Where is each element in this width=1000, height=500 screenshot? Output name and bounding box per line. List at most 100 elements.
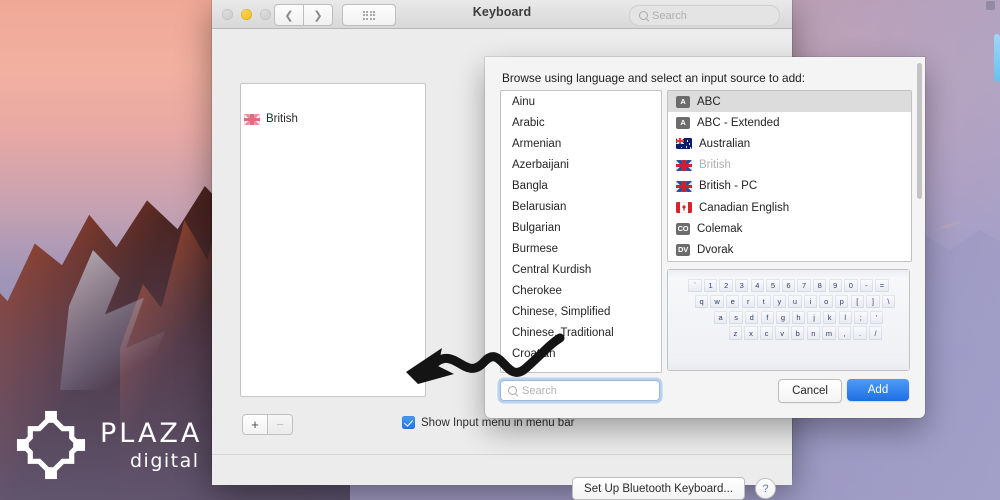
keyboard-preview-key: , xyxy=(837,326,852,340)
preferences-divider xyxy=(212,454,792,455)
keyboard-preview-key: = xyxy=(875,279,889,293)
watermark: PLAZA digital xyxy=(14,408,202,482)
remove-input-source-button[interactable]: − xyxy=(268,414,293,435)
input-source-list-item[interactable]: DV Dvorak xyxy=(668,239,911,260)
sheet-search-field[interactable]: Search xyxy=(500,380,660,401)
language-list-item-label: Burmese xyxy=(512,242,559,255)
preferences-search-field[interactable]: Search xyxy=(629,5,780,26)
keyboard-preview-key: x xyxy=(744,326,758,340)
keyboard-preview-key: / xyxy=(868,326,883,340)
add-input-source-button[interactable]: + xyxy=(242,414,268,435)
keyboard-preview-row: ` 1 2 3 4 5 6 7 8 9 0- = xyxy=(668,279,909,293)
add-button[interactable]: Add xyxy=(847,379,909,401)
keyboard-preview-key: 5 xyxy=(766,279,780,293)
installed-input-sources-list[interactable] xyxy=(240,83,426,397)
keyboard-preview-key: g xyxy=(776,310,790,324)
keyboard-preview-key: 9 xyxy=(828,279,842,293)
keyboard-preview-key: a xyxy=(713,310,728,324)
language-list-item[interactable]: Ainu xyxy=(501,91,661,112)
british-flag-icon xyxy=(676,159,692,171)
keyboard-preview-key: 6 xyxy=(781,279,796,293)
language-list-item[interactable]: Central Kurdish xyxy=(501,259,661,280)
language-list-item[interactable]: Croatian xyxy=(501,343,661,364)
keyboard-preview-key: m xyxy=(822,326,836,340)
keyboard-preview-key: d xyxy=(745,310,759,324)
keyboard-preview-key: i xyxy=(803,294,818,309)
input-source-list-item-label: Canadian English xyxy=(699,201,790,214)
language-list-item[interactable]: Bangla xyxy=(501,175,661,196)
keyboard-preview-top-strip xyxy=(668,270,909,277)
show-input-menu-checkbox[interactable] xyxy=(402,416,415,429)
keyboard-preview-key: b xyxy=(791,326,805,340)
set-up-bluetooth-keyboard-button[interactable]: Set Up Bluetooth Keyboard... xyxy=(572,477,745,500)
installed-source-row-british[interactable]: British xyxy=(244,113,298,125)
keyboard-preview-key: 1 xyxy=(703,279,718,293)
keyboard-preview-key: [ xyxy=(850,294,864,309)
language-list[interactable]: Ainu Arabic Armenian Azerbaijani Bangla Belar… xyxy=(500,90,662,373)
abc-badge-icon: A xyxy=(676,116,690,129)
keyboard-preview-key: n xyxy=(806,326,820,340)
input-source-list-item[interactable]: CO Colemak xyxy=(668,218,911,239)
keyboard-preview-key: ] xyxy=(866,294,880,309)
keyboard-preview-key: k xyxy=(822,310,837,324)
keyboard-preview-key: s xyxy=(729,310,743,324)
input-source-list-item[interactable]: A ABC - Extended xyxy=(668,112,911,133)
input-source-list-item[interactable]: British - PC xyxy=(668,176,911,197)
language-list-item[interactable]: Armenian xyxy=(501,133,661,154)
keyboard-layout-preview: ` 1 2 3 4 5 6 7 8 9 0- = q w e r t y u i o p[] \ a s d f g h j k l; ' z x c… xyxy=(667,269,910,371)
keyboard-preview-key: y xyxy=(772,294,787,309)
keyboard-preview-key: ` xyxy=(688,279,702,293)
dvorak-badge-icon: DV xyxy=(676,243,690,256)
language-list-item-label: Armenian xyxy=(512,137,562,150)
input-source-list-item-label: ABC - Extended xyxy=(697,116,780,129)
screen-edge-scroll-indicator[interactable] xyxy=(994,34,1000,82)
language-list-item[interactable]: Cherokee xyxy=(501,280,661,301)
input-source-list-item[interactable]: Canadian English xyxy=(668,197,911,218)
keyboard-preview-key: - xyxy=(859,279,874,293)
language-list-item-label: Belarusian xyxy=(512,200,567,213)
language-list-item-label: Ainu xyxy=(512,95,536,108)
watermark-title: PLAZA xyxy=(100,417,203,449)
plaza-node-logo-icon xyxy=(16,410,86,480)
input-source-list-item[interactable]: A ABC xyxy=(668,91,911,113)
keyboard-preview-key: h xyxy=(791,310,806,324)
language-list-item[interactable]: Burmese xyxy=(501,238,661,259)
keyboard-preview-bottom-strip xyxy=(668,356,909,370)
input-source-list[interactable]: A ABC A ABC - Extended Australian British Brit… xyxy=(667,90,912,262)
british-flag-icon xyxy=(676,180,692,192)
language-list-item-label: Bangla xyxy=(512,179,548,192)
help-button[interactable]: ? xyxy=(755,478,776,499)
language-list-item[interactable]: Arabic xyxy=(501,112,661,133)
language-list-item-label: Croatian xyxy=(512,347,556,360)
keyboard-preview-key: c xyxy=(759,326,774,340)
input-source-list-item[interactable]: Australian xyxy=(668,133,911,154)
input-source-list-item-label: Colemak xyxy=(697,222,743,235)
language-list-item[interactable]: Azerbaijani xyxy=(501,154,661,175)
language-list-item[interactable]: Bulgarian xyxy=(501,217,661,238)
language-list-item-label: Bulgarian xyxy=(512,221,561,234)
window-titlebar: ❮ ❯ Keyboard Search xyxy=(212,0,792,29)
installed-source-label: British xyxy=(266,113,298,125)
language-list-item[interactable]: Chinese, Simplified xyxy=(501,301,661,322)
search-icon xyxy=(639,11,648,20)
language-list-item-label: Azerbaijani xyxy=(512,158,569,171)
cancel-button[interactable]: Cancel xyxy=(778,379,842,403)
language-list-item-label: Cherokee xyxy=(512,284,562,297)
watermark-subtitle: digital xyxy=(130,449,200,472)
language-list-item[interactable]: Belarusian xyxy=(501,196,661,217)
keyboard-preview-row: z x c v b n m,. / xyxy=(668,326,909,340)
keyboard-preview-key: v xyxy=(775,326,789,340)
preferences-body: British + − Show Input menu in menu bar … xyxy=(212,29,925,500)
keyboard-preview-key: \ xyxy=(881,294,896,309)
keyboard-preferences-window: ❮ ❯ Keyboard Search British + − Show Inp… xyxy=(212,0,925,500)
keyboard-preview-key: u xyxy=(788,294,802,309)
keyboard-preview-key: j xyxy=(807,310,821,324)
language-list-item[interactable]: Chinese, Traditional xyxy=(501,322,661,343)
input-source-list-item-label: British - PC xyxy=(699,180,758,193)
input-source-scrollbar-thumb[interactable] xyxy=(916,63,922,199)
sheet-search-placeholder: Search xyxy=(522,384,557,397)
australian-flag-icon xyxy=(676,138,692,150)
keyboard-preview-key: . xyxy=(853,326,867,340)
language-list-item-label: Chinese, Simplified xyxy=(512,305,611,318)
input-source-list-item-label: ABC xyxy=(697,95,721,108)
